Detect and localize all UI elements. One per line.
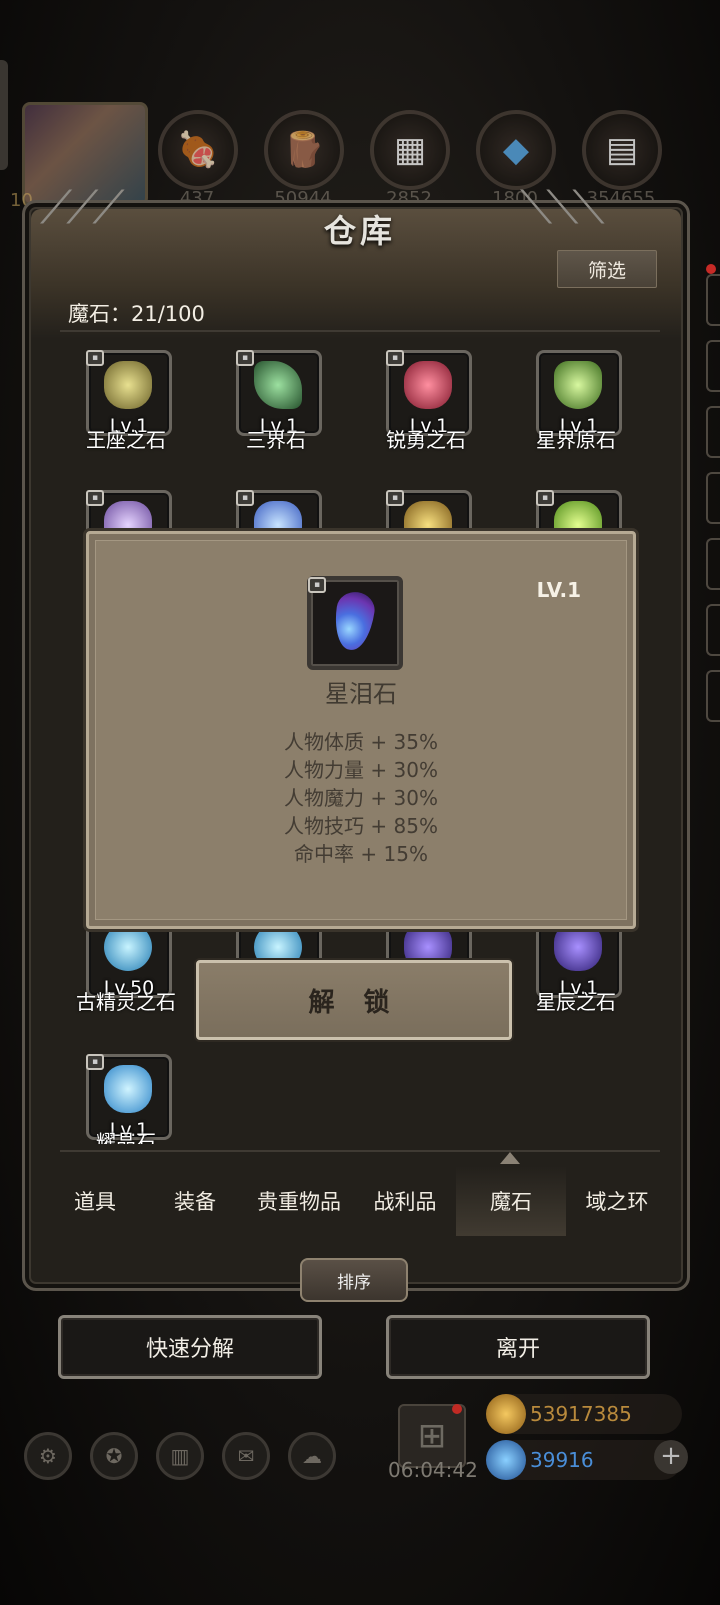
gem-icon	[254, 361, 302, 409]
lock-icon: ▪	[86, 490, 104, 506]
popup-stone-name: 星泪石	[325, 680, 397, 708]
gold-value: 53917385	[530, 1402, 632, 1426]
divider	[60, 330, 660, 332]
side-tab[interactable]	[706, 670, 720, 722]
side-tab[interactable]	[706, 604, 720, 656]
book-icon[interactable]: ▥	[156, 1432, 204, 1480]
gem-icon	[104, 923, 152, 971]
stone-name: 星辰之石	[536, 990, 616, 1014]
notification-dot	[706, 264, 716, 274]
attribute-line: 人物魔力 + 30%	[284, 786, 438, 810]
event-timer: 06:04:42	[388, 1458, 478, 1482]
active-tab-indicator-icon	[500, 1152, 520, 1164]
side-tab[interactable]	[706, 274, 720, 326]
leave-button[interactable]: 离开	[386, 1315, 650, 1379]
stone-name: 古精灵之石	[76, 990, 176, 1014]
lock-icon: ▪	[236, 350, 254, 366]
stone-name: 耀晶石	[96, 1130, 156, 1144]
stone-name: 三界石	[246, 428, 306, 452]
add-currency-button[interactable]: +	[654, 1440, 688, 1474]
stone-name: 星界原石	[536, 428, 616, 452]
gem-icon	[554, 923, 602, 971]
stone-detail-popup: LV.1 ▪ 星泪石 人物体质 + 35% 人物力量 + 30% 人物魔力 + …	[86, 531, 636, 929]
gem-icon	[404, 361, 452, 409]
stone-name: 王座之石	[86, 428, 166, 452]
tab-loot[interactable]: 战利品	[350, 1166, 460, 1236]
settings-icon[interactable]: ⚙	[24, 1432, 72, 1480]
popup-level: LV.1	[536, 578, 581, 602]
right-side-tabs	[700, 260, 720, 980]
blue-gem-icon	[486, 1440, 526, 1480]
lock-icon: ▪	[536, 490, 554, 506]
gold-coin-icon	[486, 1394, 526, 1434]
tab-valuables[interactable]: 贵重物品	[244, 1166, 354, 1236]
lock-icon: ▪	[86, 1054, 104, 1070]
page-title: 仓库	[323, 212, 396, 250]
gem-counter: 39916	[486, 1440, 682, 1480]
stone-count: 魔石：21/100	[68, 302, 205, 326]
attribute-line: 人物力量 + 30%	[284, 758, 438, 782]
category-tabs: 道具 装备 贵重物品 战利品 魔石 域之环	[40, 1166, 680, 1236]
side-tab[interactable]	[706, 538, 720, 590]
star-icon[interactable]: ✪	[90, 1432, 138, 1480]
popup-stone-slot: ▪	[307, 576, 403, 670]
stone-name: 锐勇之石	[386, 428, 466, 452]
lock-icon: ▪	[308, 577, 326, 593]
stone-icon[interactable]: ▦	[370, 110, 450, 190]
mail-icon[interactable]: ✉	[222, 1432, 270, 1480]
iron-icon[interactable]: ▤	[582, 110, 662, 190]
tab-equipment[interactable]: 装备	[140, 1166, 250, 1236]
tab-magic-stones[interactable]: 魔石	[456, 1166, 566, 1236]
attribute-line: 人物技巧 + 85%	[284, 814, 438, 838]
gem-icon	[554, 361, 602, 409]
notification-dot	[452, 1404, 462, 1414]
attribute-line: 命中率 + 15%	[294, 842, 428, 866]
tab-domain-rings[interactable]: 域之环	[562, 1166, 672, 1236]
side-tab[interactable]	[706, 340, 720, 392]
chat-icon[interactable]: ☁	[288, 1432, 336, 1480]
filter-button[interactable]: 筛选	[557, 250, 657, 288]
meat-icon[interactable]: 🍖	[158, 110, 238, 190]
gem-icon	[104, 1065, 152, 1113]
crystal-icon[interactable]: ◆	[476, 110, 556, 190]
divider	[60, 1150, 660, 1152]
lock-icon: ▪	[386, 490, 404, 506]
lock-icon: ▪	[386, 350, 404, 366]
lock-icon: ▪	[236, 490, 254, 506]
tab-items[interactable]: 道具	[40, 1166, 150, 1236]
quick-decompose-button[interactable]: 快速分解	[58, 1315, 322, 1379]
gem-icon	[104, 361, 152, 409]
attribute-line: 人物体质 + 35%	[284, 730, 438, 754]
gold-counter: 53917385	[486, 1394, 682, 1434]
side-tab[interactable]	[706, 472, 720, 524]
lock-icon: ▪	[86, 350, 104, 366]
gem-value: 39916	[530, 1448, 594, 1472]
wood-icon[interactable]: 🪵	[264, 110, 344, 190]
sort-button[interactable]: 排序	[300, 1258, 408, 1302]
teardrop-gem-icon	[331, 589, 377, 653]
unlock-button[interactable]: 解 锁	[196, 960, 512, 1040]
side-tab[interactable]	[706, 406, 720, 458]
